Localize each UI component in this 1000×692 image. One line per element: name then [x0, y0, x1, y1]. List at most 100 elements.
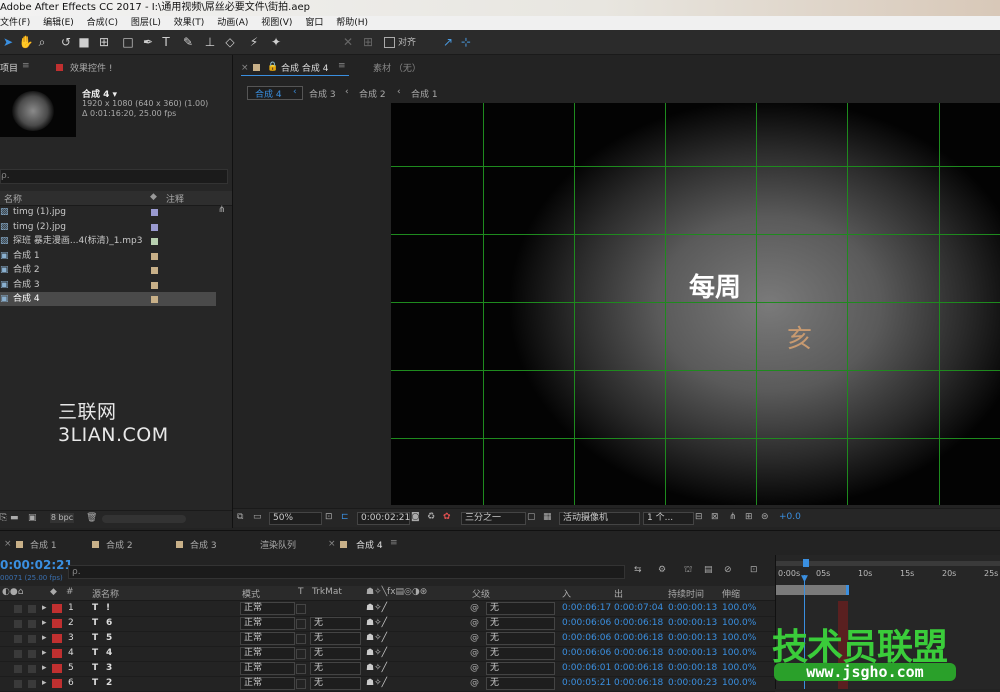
- trkmat-dropdown[interactable]: 无: [310, 662, 361, 675]
- visibility-switch[interactable]: [14, 680, 22, 688]
- pickwhip-icon[interactable]: @: [470, 631, 479, 646]
- eraser-tool-icon[interactable]: ◇: [222, 34, 238, 50]
- breadcrumb-comp4[interactable]: 合成 4: [255, 87, 282, 100]
- region-of-interest-icon[interactable]: ▢: [527, 512, 536, 522]
- project-item[interactable]: ▣ 合成 4: [0, 292, 216, 306]
- puppet-pin-tool-icon[interactable]: ✦: [268, 34, 284, 50]
- timeline-timecode[interactable]: 0:00:02:21: [0, 558, 73, 572]
- label-color-swatch[interactable]: [151, 238, 158, 245]
- layer-row[interactable]: ▸ 3 T 5 正常 无 ☗✧╱ @ 无 0:00:06:06 0:00:06:18 0:00:00:…: [0, 631, 775, 647]
- mode-dropdown[interactable]: 正常: [240, 602, 295, 615]
- layer-switches-icons[interactable]: ☗✧╱: [366, 616, 387, 631]
- tab-close-icon[interactable]: ×: [4, 539, 12, 549]
- resolution-dropdown[interactable]: 三分之一: [461, 512, 526, 525]
- layer-in[interactable]: 0:00:06:06: [562, 646, 611, 661]
- timeline-icon[interactable]: ⋔: [729, 512, 737, 522]
- label-color-swatch[interactable]: [151, 296, 158, 303]
- work-area-bar[interactable]: [776, 585, 849, 595]
- project-scrollbar[interactable]: [102, 515, 186, 523]
- solo-switch[interactable]: [28, 665, 36, 673]
- composition-canvas[interactable]: 每周 亥: [391, 103, 1000, 505]
- layer-in[interactable]: 0:00:06:01: [562, 661, 611, 676]
- preserve-transparency-toggle[interactable]: [296, 649, 306, 659]
- col-comment[interactable]: 注释: [166, 192, 184, 205]
- tab-footage[interactable]: 素材 （无）: [373, 61, 421, 74]
- breadcrumb-comp2[interactable]: 合成 2: [359, 87, 386, 100]
- menu-edit[interactable]: 编辑(E): [43, 18, 74, 28]
- bpc-button[interactable]: 8 bpc: [50, 513, 74, 523]
- close-tab-icon[interactable]: ×: [241, 63, 249, 73]
- layer-switches-icons[interactable]: ☗✧╱: [366, 601, 387, 616]
- expand-arrow-icon[interactable]: ▸: [42, 661, 47, 676]
- flowchart-icon[interactable]: ⊞: [745, 512, 753, 522]
- panel-menu-icon[interactable]: ≡: [22, 61, 30, 71]
- breadcrumb-comp1[interactable]: 合成 1: [411, 87, 438, 100]
- layer-label-color[interactable]: [52, 604, 62, 613]
- visibility-switch[interactable]: [14, 635, 22, 643]
- timeline-search-input[interactable]: ρ.: [68, 565, 625, 579]
- layer-stretch[interactable]: 100.0%: [722, 646, 756, 661]
- layer-stretch[interactable]: 100.0%: [722, 661, 756, 676]
- hide-shy-layers-icon[interactable]: ⛫: [684, 565, 692, 576]
- project-item[interactable]: ▣ 合成 3: [0, 278, 216, 292]
- mask-icon[interactable]: ⊏: [341, 512, 349, 522]
- tab-composition[interactable]: 合成 合成 4: [281, 61, 328, 74]
- parent-dropdown[interactable]: 无: [486, 632, 555, 645]
- layer-duration[interactable]: 0:00:00:13: [668, 631, 717, 646]
- fast-preview-icon[interactable]: ⊠: [711, 512, 719, 522]
- col-duration[interactable]: 持续时间: [668, 587, 704, 600]
- label-color-swatch[interactable]: [151, 267, 158, 274]
- col-name[interactable]: 名称: [4, 192, 22, 205]
- layer-duration[interactable]: 0:00:00:13: [668, 616, 717, 631]
- project-search-input[interactable]: ρ.: [0, 169, 228, 184]
- mode-dropdown[interactable]: 正常: [240, 662, 295, 675]
- align-checkbox[interactable]: [384, 37, 395, 48]
- label-color-swatch[interactable]: [151, 252, 158, 260]
- mode-dropdown[interactable]: 正常: [240, 677, 295, 690]
- trkmat-dropdown[interactable]: 无: [310, 677, 361, 690]
- motion-blur-icon[interactable]: ⊘: [724, 565, 732, 575]
- delete-icon[interactable]: 🗑: [86, 513, 97, 523]
- col-source-name[interactable]: 源名称: [92, 587, 119, 600]
- mode-dropdown[interactable]: 正常: [240, 617, 295, 630]
- magnify-icon[interactable]: ⧉: [237, 512, 243, 522]
- layer-row[interactable]: ▸ 4 T 4 正常无 ☗✧╱ @ 无 0:00:06:06 0:00:06:18 0:00:00:…: [0, 646, 775, 662]
- new-folder-icon[interactable]: ▬: [10, 513, 19, 523]
- interpret-footage-icon[interactable]: ⎘: [0, 513, 7, 523]
- solo-switch[interactable]: [28, 650, 36, 658]
- parent-dropdown[interactable]: 无: [486, 677, 555, 690]
- visibility-switch[interactable]: [14, 665, 22, 673]
- project-item[interactable]: ▨ timg (1).jpg: [0, 205, 216, 219]
- menu-window[interactable]: 窗口: [305, 18, 323, 28]
- trkmat-dropdown[interactable]: 无: [310, 647, 361, 660]
- layer-name[interactable]: 4: [106, 646, 112, 661]
- layer-row[interactable]: ▸ 2 T 6 正常 无 ☗✧╱ @ 无 0:00:06:06 0:00:06:18 0:00:00:…: [0, 616, 775, 632]
- graph-editor-icon[interactable]: ⊡: [750, 565, 758, 575]
- solo-switch[interactable]: [28, 680, 36, 688]
- snap-grid-icon[interactable]: ⊹: [458, 34, 474, 50]
- parent-dropdown[interactable]: 无: [486, 662, 555, 675]
- trkmat-dropdown[interactable]: 无: [310, 632, 361, 645]
- brush-tool-icon[interactable]: ✎: [180, 34, 196, 50]
- layer-name[interactable]: !: [106, 601, 110, 616]
- layer-in[interactable]: 0:00:06:06: [562, 631, 611, 646]
- exposure-reset-icon[interactable]: ⊜: [761, 512, 769, 522]
- show-snapshot-icon[interactable]: ♻: [427, 512, 435, 522]
- zoom-dropdown[interactable]: 50%: [269, 512, 322, 525]
- pen-tool-icon[interactable]: ✒: [140, 34, 156, 50]
- visibility-switch[interactable]: [14, 605, 22, 613]
- tab-comp3[interactable]: 合成 3: [190, 538, 217, 551]
- pickwhip-icon[interactable]: @: [470, 616, 479, 631]
- expand-arrow-icon[interactable]: ▸: [42, 631, 47, 646]
- col-parent[interactable]: 父级: [472, 587, 490, 600]
- view-layout-dropdown[interactable]: 1 个...: [643, 512, 694, 525]
- col-in[interactable]: 入: [562, 587, 571, 600]
- col-out[interactable]: 出: [614, 587, 623, 600]
- pickwhip-icon[interactable]: @: [470, 601, 479, 616]
- flowchart-icon[interactable]: ⋔: [218, 205, 226, 215]
- tab-project[interactable]: 项目: [0, 61, 18, 74]
- visibility-switch[interactable]: [14, 620, 22, 628]
- layer-duration[interactable]: 0:00:00:13: [668, 646, 717, 661]
- timeline-menu-icon[interactable]: ≡: [390, 538, 398, 548]
- expand-arrow-icon[interactable]: ▸: [42, 616, 47, 631]
